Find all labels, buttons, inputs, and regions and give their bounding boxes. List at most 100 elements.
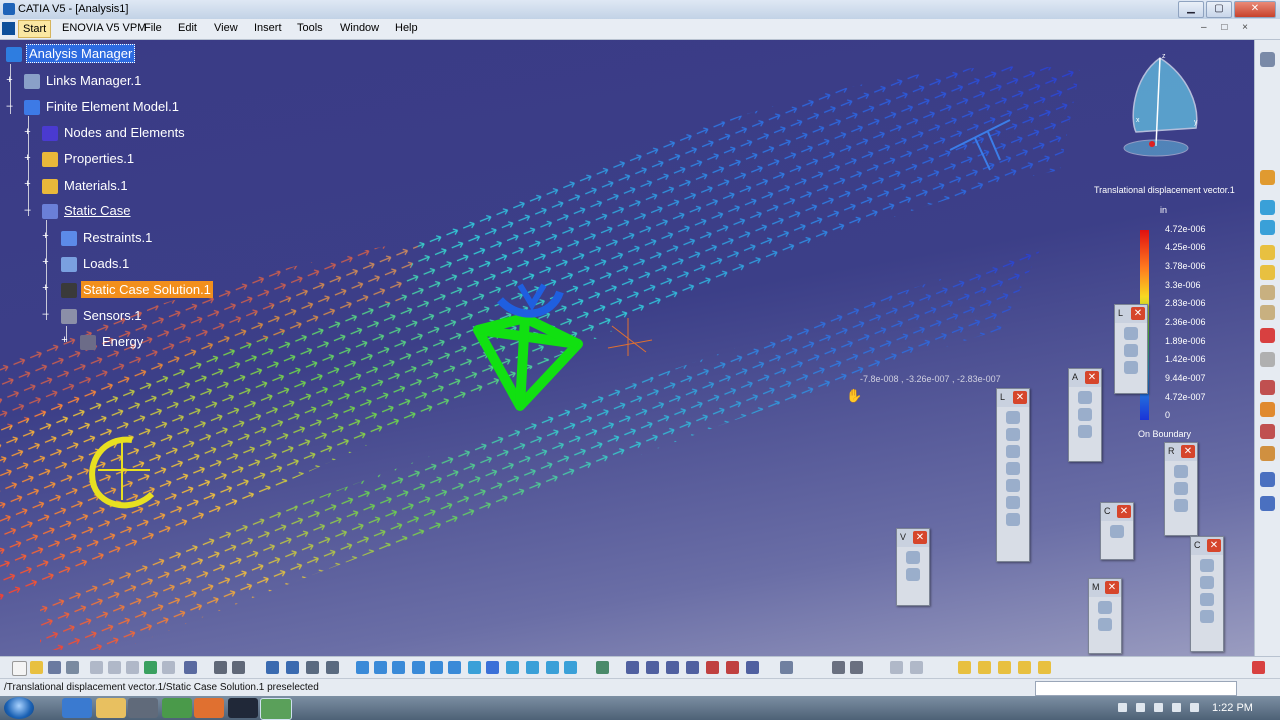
- collapse-icon[interactable]: –: [41, 309, 50, 320]
- help-icon[interactable]: [184, 661, 197, 674]
- tool-button[interactable]: [780, 661, 793, 674]
- expand-icon[interactable]: +: [41, 231, 50, 242]
- tree-loads[interactable]: Loads.1: [61, 256, 131, 272]
- tool-button[interactable]: [596, 661, 609, 674]
- tool-button[interactable]: [1124, 361, 1138, 374]
- close-icon[interactable]: ✕: [1131, 307, 1145, 320]
- catia-taskbar-icon[interactable]: [260, 698, 292, 720]
- tool-button[interactable]: [326, 661, 339, 674]
- tool-button[interactable]: [1006, 411, 1020, 424]
- menu-tools[interactable]: Tools: [297, 22, 323, 34]
- tool-button[interactable]: [746, 661, 759, 674]
- menu-start[interactable]: Start: [18, 20, 52, 38]
- tool-button[interactable]: [1260, 305, 1275, 320]
- tray-icon[interactable]: [1118, 703, 1127, 712]
- tree-sensors[interactable]: Sensors.1: [61, 308, 144, 324]
- normal-view-icon[interactable]: [468, 661, 481, 674]
- hide-show-icon[interactable]: [546, 661, 559, 674]
- tool-button[interactable]: [832, 661, 845, 674]
- menu-window[interactable]: Window: [340, 22, 379, 34]
- zoom-in-icon[interactable]: [430, 661, 443, 674]
- tool-button[interactable]: [686, 661, 699, 674]
- tool-button[interactable]: [1260, 170, 1275, 185]
- tool-button[interactable]: [1006, 428, 1020, 441]
- tool-button[interactable]: [1260, 328, 1275, 343]
- tool-button[interactable]: [958, 661, 971, 674]
- tree-restraints[interactable]: Restraints.1: [61, 230, 154, 246]
- tool-button[interactable]: [1078, 391, 1092, 404]
- expand-icon[interactable]: +: [23, 179, 32, 190]
- tool-button[interactable]: [1260, 245, 1275, 260]
- tool-button[interactable]: [666, 661, 679, 674]
- tool-button[interactable]: [1200, 610, 1214, 623]
- tray-icon[interactable]: [1154, 703, 1163, 712]
- print-icon[interactable]: [66, 661, 79, 674]
- tool-button[interactable]: [1174, 465, 1188, 478]
- expand-icon[interactable]: +: [60, 335, 69, 346]
- tool-button[interactable]: [1260, 220, 1275, 235]
- tool-button[interactable]: [1038, 661, 1051, 674]
- tree-static-case-solution[interactable]: Static Case Solution.1: [61, 281, 213, 298]
- undo-icon[interactable]: [144, 661, 157, 674]
- maximize-button[interactable]: ▢: [1206, 1, 1232, 18]
- tool-button[interactable]: [850, 661, 863, 674]
- close-icon[interactable]: ✕: [1085, 371, 1099, 384]
- tool-button[interactable]: [1260, 446, 1275, 461]
- tool-button[interactable]: [906, 568, 920, 581]
- save-icon[interactable]: [48, 661, 61, 674]
- tree-static-case[interactable]: Static Case: [42, 203, 132, 219]
- tree-materials[interactable]: Materials.1: [42, 178, 130, 194]
- tool-button[interactable]: [910, 661, 923, 674]
- minimize-button[interactable]: ▁: [1178, 1, 1204, 18]
- tool-button[interactable]: [1098, 618, 1112, 631]
- expand-icon[interactable]: +: [23, 127, 32, 138]
- swap-visible-icon[interactable]: [564, 661, 577, 674]
- tool-button[interactable]: [978, 661, 991, 674]
- document-window-controls[interactable]: – □ ×: [1201, 22, 1254, 33]
- menu-edit[interactable]: Edit: [178, 22, 197, 34]
- tool-button[interactable]: [1260, 285, 1275, 300]
- floating-toolbar[interactable]: R ✕: [1164, 442, 1198, 536]
- expand-icon[interactable]: +: [23, 153, 32, 164]
- tool-button[interactable]: [1200, 576, 1214, 589]
- chrome-taskbar-icon[interactable]: [162, 698, 192, 718]
- close-button[interactable]: ✕: [1234, 1, 1276, 18]
- tree-energy[interactable]: Energy: [80, 334, 145, 350]
- menu-help[interactable]: Help: [395, 22, 418, 34]
- tool-button[interactable]: [1260, 352, 1275, 367]
- ie-taskbar-icon[interactable]: [62, 698, 92, 718]
- iso-view-icon[interactable]: [506, 661, 519, 674]
- close-icon[interactable]: ✕: [913, 531, 927, 544]
- floating-toolbar[interactable]: A ✕: [1068, 368, 1102, 462]
- menu-view[interactable]: View: [214, 22, 238, 34]
- compass-icon[interactable]: x y z: [1112, 50, 1202, 160]
- tool-button[interactable]: [1098, 601, 1112, 614]
- tool-button[interactable]: [1260, 265, 1275, 280]
- redo-icon[interactable]: [162, 661, 175, 674]
- tree-nodes-elements[interactable]: Nodes and Elements: [42, 125, 187, 141]
- tray-icon[interactable]: [1172, 703, 1181, 712]
- volume-icon[interactable]: [1190, 703, 1199, 712]
- tool-button[interactable]: [906, 551, 920, 564]
- tool-button[interactable]: [1260, 402, 1275, 417]
- menu-file[interactable]: File: [144, 22, 162, 34]
- tool-button[interactable]: [1260, 496, 1275, 511]
- tool-button[interactable]: [646, 661, 659, 674]
- floating-toolbar[interactable]: L ✕: [996, 388, 1030, 562]
- search-icon[interactable]: [1260, 472, 1275, 487]
- tree-analysis-manager[interactable]: Analysis Manager: [6, 44, 136, 63]
- tool-button[interactable]: [726, 661, 739, 674]
- close-icon[interactable]: ✕: [1117, 505, 1131, 518]
- expand-icon[interactable]: +: [41, 257, 50, 268]
- formula-icon[interactable]: [214, 661, 227, 674]
- windows-start-button[interactable]: [4, 697, 34, 719]
- taskbar-clock[interactable]: 1:22 PM: [1212, 702, 1253, 714]
- tool-button[interactable]: [1078, 408, 1092, 421]
- tool-button[interactable]: [706, 661, 719, 674]
- tool-button[interactable]: [1260, 200, 1275, 215]
- table-icon[interactable]: [266, 661, 279, 674]
- firefox-taskbar-icon[interactable]: [194, 698, 224, 718]
- collapse-icon[interactable]: –: [23, 205, 32, 216]
- menu-enovia[interactable]: ENOVIA V5 VPM: [62, 22, 146, 34]
- close-icon[interactable]: ✕: [1013, 391, 1027, 404]
